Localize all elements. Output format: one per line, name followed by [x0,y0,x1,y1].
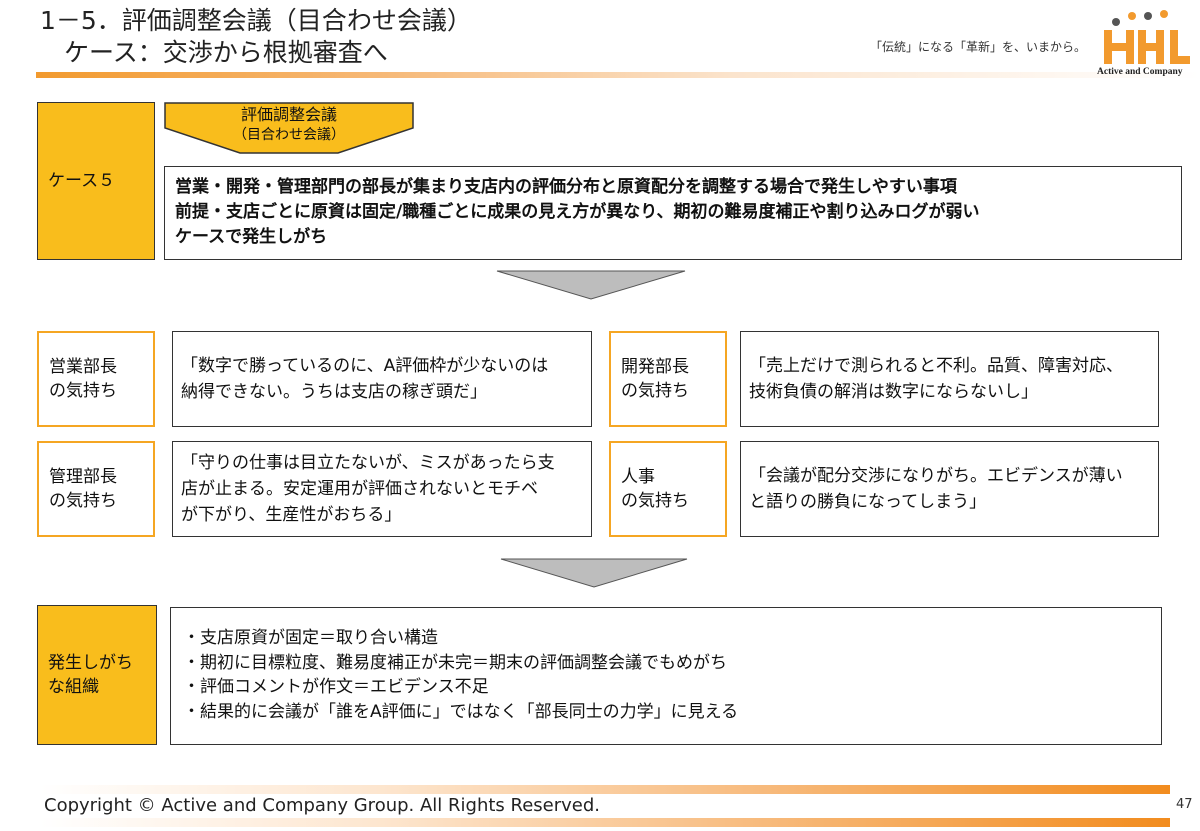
case-label-text: ケース５ [48,171,116,191]
sales-manager-quote: 「数字で勝っているのに、A評価枠が少ないのは 納得できない。うちは支店の稼ぎ頭だ… [172,331,592,427]
bullet-item: ・支店原資が固定＝取り合い構造 [183,628,438,648]
meeting-chevron-label: 評価調整会議 （目合わせ会議） [164,104,414,146]
admin-manager-label: 管理部長 の気持ち [37,441,155,537]
case-description: 営業・開発・管理部門の部長が集まり支店内の評価分布と原資配分を調整する場合で発生… [164,166,1182,260]
quote-line: 「会議が配分交渉になりがち。エビデンスが薄い [749,466,1123,486]
footer-line [40,785,1170,794]
meeting-subtitle: （目合わせ会議） [233,127,345,143]
slide-title: 1－5．評価調整会議（目合わせ会議） [40,6,472,35]
label-line: 人事 [621,467,655,487]
case-line: 前提・支店ごとに原資は固定/職種ごとに成果の見え方が異なり、期初の難易度補正や割… [175,202,980,222]
label-line: 営業部長 [49,357,117,377]
footer-line [40,818,1170,827]
case-line: ケースで発生しがち [175,227,328,247]
quote-line: 「守りの仕事は目立たないが、ミスがあったら支 [181,453,555,473]
bullet-item: ・評価コメントが作文＝エビデンス不足 [183,677,489,697]
label-line: の気持ち [621,491,689,511]
admin-manager-quote: 「守りの仕事は目立たないが、ミスがあったら支 店が止まる。安定運用が評価されない… [172,441,592,537]
title-underline [36,72,1200,78]
organization-bullets: ・支店原資が固定＝取り合い構造 ・期初に目標粒度、難易度補正が未完＝期末の評価調… [170,607,1162,745]
dev-manager-label: 開発部長 の気持ち [609,331,727,427]
label-line: 開発部長 [621,357,689,377]
slide-subtitle: ケース：交渉から根拠審査へ [64,38,388,67]
label-line: 発生しがち [48,653,133,673]
quote-line: 技術負債の解消は数字にならないし」 [749,382,1038,402]
case-line: 営業・開発・管理部門の部長が集まり支店内の評価分布と原資配分を調整する場合で発生… [175,177,957,197]
organization-label: 発生しがち な組織 [37,605,157,745]
label-line: な組織 [48,677,99,697]
quote-line: と語りの勝負になってしまう」 [749,492,987,512]
bullet-item: ・期初に目標粒度、難易度補正が未完＝期末の評価調整会議でもめがち [183,652,727,673]
label-line: の気持ち [49,381,117,401]
hr-label: 人事 の気持ち [609,441,727,537]
logo-caption: Active and Company [1097,67,1183,77]
company-tagline: 「伝統」になる「革新」を、いまから。 [870,40,1087,54]
quote-line: 「売上だけで測られると不利。品質、障害対応、 [749,356,1123,376]
bullet-item: ・結果的に会議が「誰をA評価に」ではなく「部長同士の力学」に見える [183,701,739,722]
dev-manager-quote: 「売上だけで測られると不利。品質、障害対応、 技術負債の解消は数字にならないし」 [740,331,1159,427]
page-number: 47 [1176,797,1193,812]
down-arrow-icon [500,558,688,588]
case-label: ケース５ [37,102,155,260]
hr-quote: 「会議が配分交渉になりがち。エビデンスが薄い と語りの勝負になってしまう」 [740,441,1159,537]
quote-line: 「数字で勝っているのに、A評価枠が少ないのは [181,356,549,376]
quote-line: 店が止まる。安定運用が評価されないとモチベ [181,479,538,499]
label-line: 管理部長 [49,467,117,487]
label-line: の気持ち [621,381,689,401]
quote-line: 納得できない。うちは支店の稼ぎ頭だ」 [181,382,487,402]
copyright-text: Copyright © Active and Company Group. Al… [44,795,601,816]
label-line: の気持ち [49,491,117,511]
down-arrow-icon [496,270,686,300]
sales-manager-label: 営業部長 の気持ち [37,331,155,427]
meeting-title: 評価調整会議 [240,105,337,124]
quote-line: が下がり、生産性がおちる」 [181,505,402,525]
